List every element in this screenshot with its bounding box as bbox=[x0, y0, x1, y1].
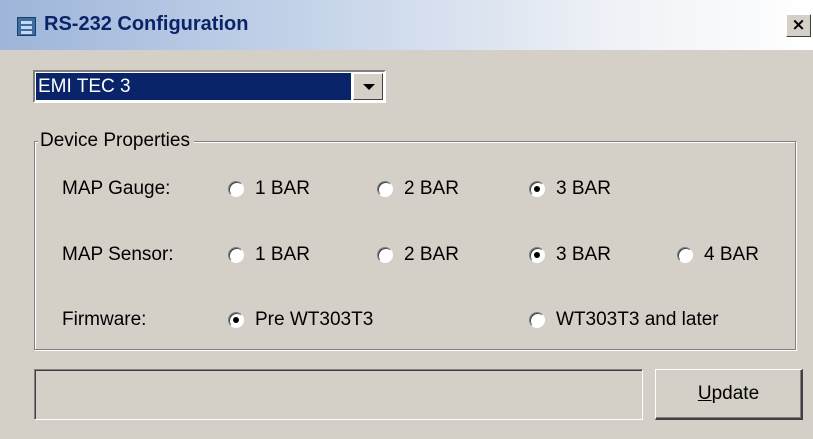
map-sensor-label: MAP Sensor: bbox=[62, 244, 174, 265]
firmware-option-label: WT303T3 and later bbox=[556, 309, 719, 330]
radio-button-checked-icon[interactable] bbox=[228, 312, 244, 328]
firmware-label: Firmware: bbox=[62, 309, 147, 330]
device-properties-label: Device Properties bbox=[38, 130, 194, 152]
map-gauge-option-label: 2 BAR bbox=[404, 178, 459, 199]
update-button[interactable]: Update bbox=[655, 369, 803, 420]
map-gauge-option-label: 3 BAR bbox=[556, 178, 611, 199]
firmware-radio-wt303t3-later[interactable]: WT303T3 and later bbox=[529, 309, 719, 331]
firmware-radio-pre-wt303t3[interactable]: Pre WT303T3 bbox=[228, 309, 373, 331]
map-sensor-radio-2bar[interactable]: 2 BAR bbox=[377, 244, 459, 266]
device-select-value[interactable]: EMI TEC 3 bbox=[36, 73, 351, 100]
radio-button-icon[interactable] bbox=[377, 181, 393, 197]
update-button-label: pdate bbox=[711, 383, 760, 404]
radio-button-checked-icon[interactable] bbox=[529, 181, 545, 197]
rs232-config-window: RS-232 Configuration × EMI TEC 3 Device … bbox=[0, 0, 813, 439]
radio-button-icon[interactable] bbox=[529, 312, 545, 328]
window-title: RS-232 Configuration bbox=[44, 13, 249, 35]
radio-button-icon[interactable] bbox=[228, 247, 244, 263]
device-select[interactable]: EMI TEC 3 bbox=[33, 70, 386, 103]
radio-button-icon[interactable] bbox=[228, 181, 244, 197]
close-button[interactable]: × bbox=[786, 14, 811, 37]
radio-button-icon[interactable] bbox=[377, 247, 393, 263]
firmware-option-label: Pre WT303T3 bbox=[255, 309, 374, 330]
map-gauge-option-label: 1 BAR bbox=[255, 178, 310, 199]
map-sensor-option-label: 2 BAR bbox=[404, 244, 459, 265]
map-gauge-radio-3bar[interactable]: 3 BAR bbox=[529, 178, 611, 200]
status-field bbox=[34, 369, 643, 420]
map-sensor-radio-4bar[interactable]: 4 BAR bbox=[677, 244, 759, 266]
radio-button-icon[interactable] bbox=[677, 247, 693, 263]
update-button-mnemonic: U bbox=[697, 383, 712, 404]
map-sensor-option-label: 4 BAR bbox=[704, 244, 759, 265]
map-sensor-radio-3bar[interactable]: 3 BAR bbox=[529, 244, 611, 266]
map-gauge-radio-1bar[interactable]: 1 BAR bbox=[228, 178, 310, 200]
map-gauge-label: MAP Gauge: bbox=[62, 178, 171, 199]
radio-button-checked-icon[interactable] bbox=[529, 247, 545, 263]
title-bar[interactable]: RS-232 Configuration × bbox=[0, 0, 813, 50]
serial-port-icon bbox=[17, 17, 36, 36]
map-sensor-option-label: 1 BAR bbox=[255, 244, 310, 265]
chevron-down-icon[interactable] bbox=[353, 73, 383, 100]
map-sensor-option-label: 3 BAR bbox=[556, 244, 611, 265]
map-gauge-radio-2bar[interactable]: 2 BAR bbox=[377, 178, 459, 200]
map-sensor-radio-1bar[interactable]: 1 BAR bbox=[228, 244, 310, 266]
